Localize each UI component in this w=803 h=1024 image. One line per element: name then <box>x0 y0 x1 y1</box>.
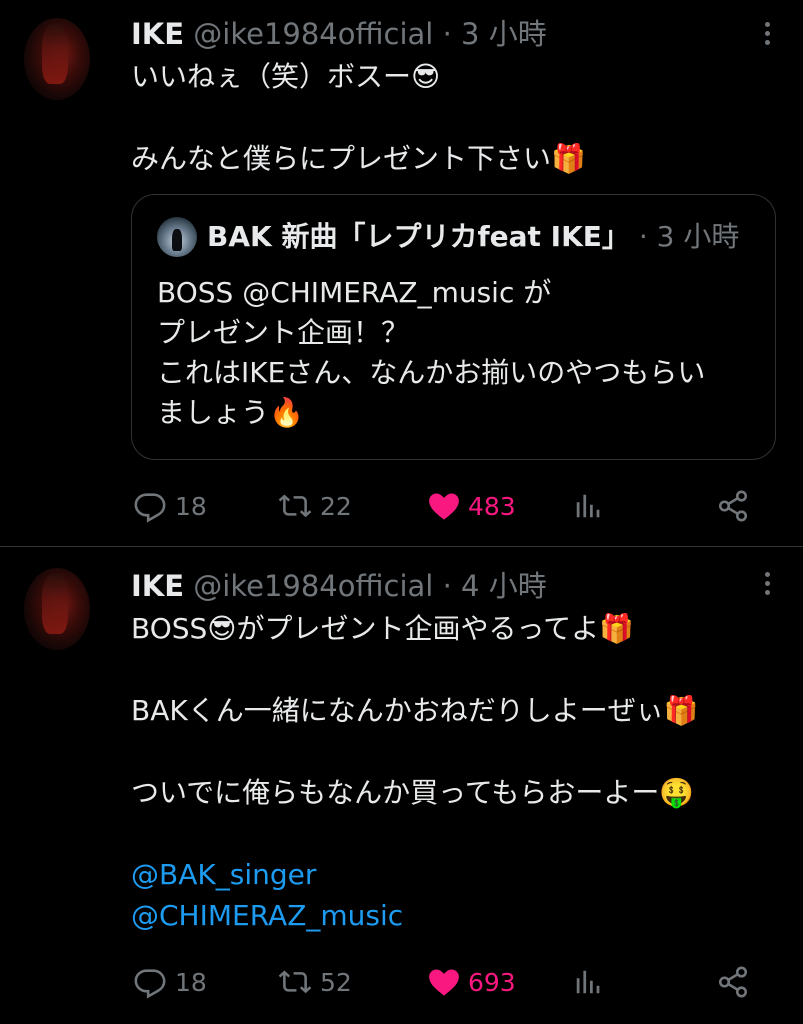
quote-header: BAK 新曲「レプリカfeat IKE」 · 3 小時 <box>207 217 739 257</box>
heart-icon <box>429 493 459 520</box>
share-icon <box>718 966 748 998</box>
tweet[interactable]: IKE @ike1984official · 3 小時 いいねぇ（笑）ボスー😎 み… <box>0 0 803 546</box>
quote-line: プレゼント企画！？ <box>157 316 410 349</box>
reply-count: 18 <box>175 967 207 997</box>
reply-count: 18 <box>175 491 207 521</box>
tweet-line: いいねぇ（笑）ボスー😎 <box>131 60 441 93</box>
separator-dot: · <box>442 17 452 51</box>
like-button[interactable]: 693 <box>426 960 516 1004</box>
more-icon[interactable] <box>761 572 773 602</box>
tweet-header: IKE @ike1984official · 4 小時 <box>131 568 547 604</box>
author-handle[interactable]: @ike1984official <box>193 17 433 51</box>
retweet-icon <box>278 970 312 994</box>
tweet-line: ついでに俺らもなんか買ってもらおーよー🤑 <box>131 776 695 809</box>
retweet-button[interactable]: 52 <box>276 960 352 1004</box>
share-button[interactable] <box>716 960 750 1004</box>
mention-link[interactable]: @BAK_singer <box>131 858 316 891</box>
tweet-divider <box>0 546 803 547</box>
like-count: 483 <box>468 491 516 521</box>
tweet-line: BAKくん一緒になんかおねだりしよーぜぃ🎁 <box>131 694 699 727</box>
quote-text: BOSS @CHIMERAZ_music がプレゼント企画！？ これはIKEさん、… <box>157 273 755 433</box>
quote-line: BOSS @CHIMERAZ_music が <box>157 276 552 309</box>
avatar[interactable] <box>24 568 90 650</box>
timestamp[interactable]: 3 小時 <box>461 17 547 51</box>
like-button[interactable]: 483 <box>426 484 516 528</box>
reply-icon <box>134 493 166 523</box>
reply-button[interactable]: 18 <box>131 960 207 1004</box>
quote-author-name: BAK 新曲「レプリカfeat IKE」 <box>207 220 630 253</box>
views-button[interactable] <box>573 484 603 528</box>
retweet-count: 52 <box>320 967 352 997</box>
author-name[interactable]: IKE <box>131 569 184 603</box>
reply-button[interactable]: 18 <box>131 484 207 528</box>
retweet-count: 22 <box>320 491 352 521</box>
separator-dot: · <box>638 220 648 253</box>
retweet-button[interactable]: 22 <box>276 484 352 528</box>
tweet-line: みんなと僕らにプレゼント下さい🎁 <box>131 142 586 175</box>
tweet-text: BOSS😎がプレゼント企画やるってよ🎁 BAKくん一緒になんかおねだりしよーぜぃ🎁… <box>131 608 763 936</box>
tweet[interactable]: IKE @ike1984official · 4 小時 BOSS😎がプレゼント企… <box>0 548 803 1024</box>
more-icon[interactable] <box>761 22 773 52</box>
heart-icon <box>429 969 459 996</box>
avatar[interactable] <box>24 18 90 100</box>
author-name[interactable]: IKE <box>131 17 184 51</box>
retweet-icon <box>278 494 312 518</box>
timestamp[interactable]: 4 小時 <box>461 569 547 603</box>
timeline: IKE @ike1984official · 3 小時 いいねぇ（笑）ボスー😎 み… <box>0 0 803 1024</box>
action-bar: 18 22 483 <box>131 484 771 528</box>
share-icon <box>718 490 748 522</box>
quote-line: これはIKEさん、なんかお揃いのやつもらい <box>157 356 706 389</box>
views-button[interactable] <box>573 960 603 1004</box>
tweet-text: いいねぇ（笑）ボスー😎 みんなと僕らにプレゼント下さい🎁 <box>131 56 763 179</box>
quoted-tweet[interactable]: BAK 新曲「レプリカfeat IKE」 · 3 小時 BOSS @CHIMER… <box>131 194 776 460</box>
action-bar: 18 52 693 <box>131 960 771 1004</box>
views-icon <box>576 970 600 994</box>
tweet-line: BOSS😎がプレゼント企画やるってよ🎁 <box>131 612 634 645</box>
quote-line: ましょう🔥 <box>157 396 304 429</box>
mention-link[interactable]: @CHIMERAZ_music <box>131 899 403 932</box>
separator-dot: · <box>442 569 452 603</box>
quote-avatar <box>157 217 197 257</box>
quote-timestamp: 3 小時 <box>656 220 740 253</box>
share-button[interactable] <box>716 484 750 528</box>
reply-icon <box>134 969 166 999</box>
like-count: 693 <box>468 967 516 997</box>
tweet-header: IKE @ike1984official · 3 小時 <box>131 16 547 52</box>
views-icon <box>576 494 600 518</box>
author-handle[interactable]: @ike1984official <box>193 569 433 603</box>
